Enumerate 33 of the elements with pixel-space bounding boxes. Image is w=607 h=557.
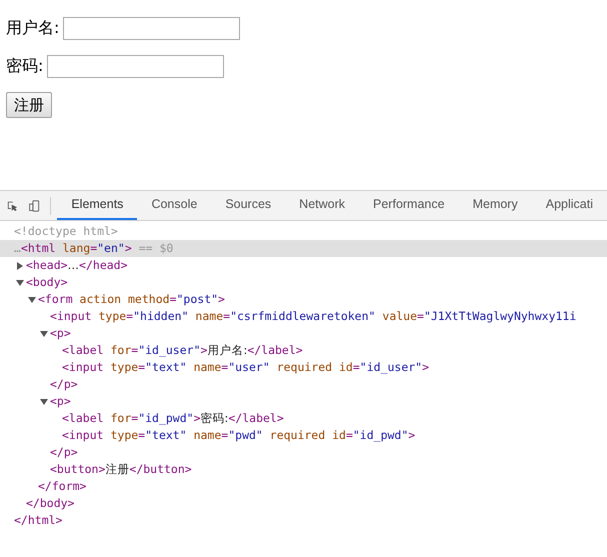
devtools-tab[interactable]: Performance: [359, 191, 459, 220]
dom-node-line[interactable]: <body>: [26, 274, 68, 291]
collapse-triangle-icon[interactable]: [40, 330, 48, 338]
field-label: 密码:: [6, 55, 44, 77]
dom-node-line[interactable]: <form action method="post">: [38, 291, 225, 308]
dom-node-line[interactable]: <label for="id_pwd">密码:</label>: [62, 410, 284, 427]
dom-node-line[interactable]: </body>: [26, 495, 74, 512]
collapse-triangle-icon[interactable]: [40, 398, 48, 406]
dom-node-line[interactable]: </form>: [38, 478, 86, 495]
field-label: 用户名:: [6, 17, 60, 39]
expand-triangle-icon[interactable]: [16, 262, 24, 270]
devtools-tab[interactable]: Network: [285, 191, 360, 220]
devtools-tab[interactable]: Elements: [57, 191, 138, 220]
devtools-tab[interactable]: Sources: [211, 191, 286, 220]
dom-node-line[interactable]: <p>: [50, 393, 71, 410]
devtools-tab[interactable]: Console: [137, 191, 212, 220]
devtools-tab[interactable]: Memory: [458, 191, 532, 220]
dom-node-line[interactable]: <input type="hidden" name="csrfmiddlewaretoken" value="J1XtTtWaglwyNyhwxy11i: [50, 308, 576, 325]
register-button[interactable]: 注册: [6, 92, 52, 118]
dom-node-line[interactable]: <head>…</head>: [26, 257, 128, 274]
devtools-tab[interactable]: Applicati: [532, 191, 607, 220]
dom-node-line[interactable]: <label for="id_user">用户名:</label>: [62, 342, 303, 359]
dom-node-line[interactable]: <button>注册</button>: [50, 461, 192, 478]
dom-node-line[interactable]: <p>: [50, 325, 71, 342]
dom-node-line[interactable]: </html>: [14, 512, 62, 529]
collapse-triangle-icon[interactable]: [28, 296, 36, 304]
collapse-triangle-icon[interactable]: [16, 278, 24, 286]
dom-node-line[interactable]: </p>: [50, 444, 78, 461]
text-input-field[interactable]: [47, 54, 224, 78]
dom-node-line[interactable]: <input type="text" name="user" required id="id_user">: [62, 359, 430, 376]
dom-node-line[interactable]: </p>: [50, 376, 78, 393]
text-input-field[interactable]: [63, 16, 240, 40]
dom-node-line[interactable]: <input type="text" name="pwd" required id="id_pwd">: [62, 427, 416, 444]
